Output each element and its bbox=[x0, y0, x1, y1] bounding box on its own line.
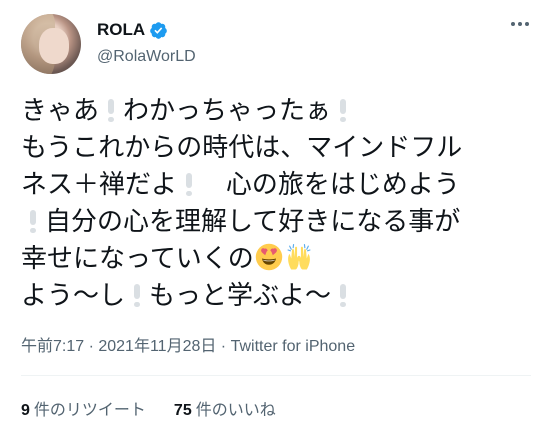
tweet-text-line2: もうこれからの時代は、マインドフル bbox=[21, 133, 463, 163]
avatar[interactable] bbox=[21, 14, 81, 74]
tweet-header: ROLA @RolaWorLD bbox=[21, 14, 531, 76]
retweets-count: 9 bbox=[21, 402, 30, 419]
user-handle[interactable]: @RolaWorLD bbox=[97, 48, 196, 66]
retweets-label: 件のリツイート bbox=[33, 402, 146, 419]
tweet-text-line1a: きゃあ bbox=[21, 96, 100, 126]
tweet-text-line4: 自分の心を理解して好きになる事が bbox=[45, 207, 461, 237]
tweet-text-line1b: わかっちゃったぁ bbox=[123, 96, 332, 126]
white-exclamation-icon bbox=[185, 173, 193, 196]
tweet-text-line3b: 心の旅をはじめよう bbox=[225, 170, 460, 200]
tweet-text-line3a: ネス＋禅だよ bbox=[21, 170, 178, 200]
likes-stat[interactable]: 75 件のいいね bbox=[174, 396, 276, 420]
white-exclamation-icon bbox=[29, 210, 37, 233]
more-options-icon[interactable] bbox=[511, 22, 531, 28]
tweet-timestamp[interactable]: 午前7:17 · 2021年11月28日 · bbox=[21, 338, 231, 355]
divider bbox=[21, 375, 531, 376]
tweet-text-line6b: もっと学ぶよ〜 bbox=[149, 281, 332, 311]
white-exclamation-icon bbox=[133, 284, 141, 307]
name-row: ROLA bbox=[97, 20, 168, 40]
tweet-text-line6a: よう〜し bbox=[21, 281, 126, 311]
display-name[interactable]: ROLA bbox=[97, 20, 145, 40]
verified-badge-icon bbox=[150, 21, 168, 39]
raised-hands-icon bbox=[287, 243, 311, 270]
tweet-text-line5: 幸せになっていくの bbox=[21, 244, 254, 274]
tweet-stats: 9 件のリツイート 75 件のいいね bbox=[21, 396, 276, 420]
retweets-stat[interactable]: 9 件のリツイート bbox=[21, 396, 146, 420]
likes-count: 75 bbox=[173, 402, 192, 419]
tweet-meta: 午前7:17 · 2021年11月28日 · Twitter for iPhon… bbox=[21, 332, 355, 356]
heart-eyes-face-icon bbox=[255, 243, 282, 271]
tweet-text: きゃあ わかっちゃったぁ もうこれからの時代は、マインドフル ネス＋禅だよ 心の旅… bbox=[21, 93, 531, 315]
likes-label: 件のいいね bbox=[195, 402, 276, 419]
white-exclamation-icon bbox=[339, 99, 347, 122]
white-exclamation-icon bbox=[339, 284, 347, 307]
white-exclamation-icon bbox=[107, 99, 115, 122]
tweet-source[interactable]: Twitter for iPhone bbox=[231, 338, 356, 355]
